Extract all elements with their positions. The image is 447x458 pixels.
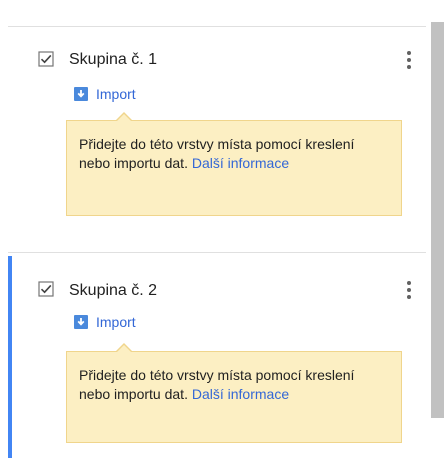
top-divider	[8, 26, 426, 27]
import-label[interactable]: Import	[96, 314, 136, 330]
layer-title[interactable]: Skupina č. 2	[69, 282, 157, 300]
import-link[interactable]: Import	[74, 85, 136, 103]
import-icon	[74, 315, 88, 329]
checkbox-checked-icon[interactable]	[38, 51, 54, 67]
more-vert-icon[interactable]	[403, 280, 415, 300]
active-layer-indicator	[8, 256, 12, 458]
layer-divider	[8, 252, 426, 253]
checkbox-checked-icon[interactable]	[38, 281, 54, 297]
scrollbar[interactable]	[431, 22, 444, 418]
more-vert-icon[interactable]	[403, 50, 415, 70]
info-tooltip: Přidejte do této vrstvy místa pomocí kre…	[66, 343, 402, 443]
more-info-link[interactable]: Další informace	[192, 386, 289, 402]
layer-panel-2: Skupina č. 2 Import Přidejte do této vrs…	[8, 256, 426, 458]
more-info-link[interactable]: Další informace	[192, 155, 289, 171]
import-label[interactable]: Import	[96, 86, 136, 102]
layer-title[interactable]: Skupina č. 1	[69, 51, 157, 69]
info-tooltip: Přidejte do této vrstvy místa pomocí kre…	[66, 112, 402, 216]
layer-panel-1: Skupina č. 1 Import Přidejte do této vrs…	[8, 28, 426, 248]
import-link[interactable]: Import	[74, 313, 136, 331]
import-icon	[74, 87, 88, 101]
